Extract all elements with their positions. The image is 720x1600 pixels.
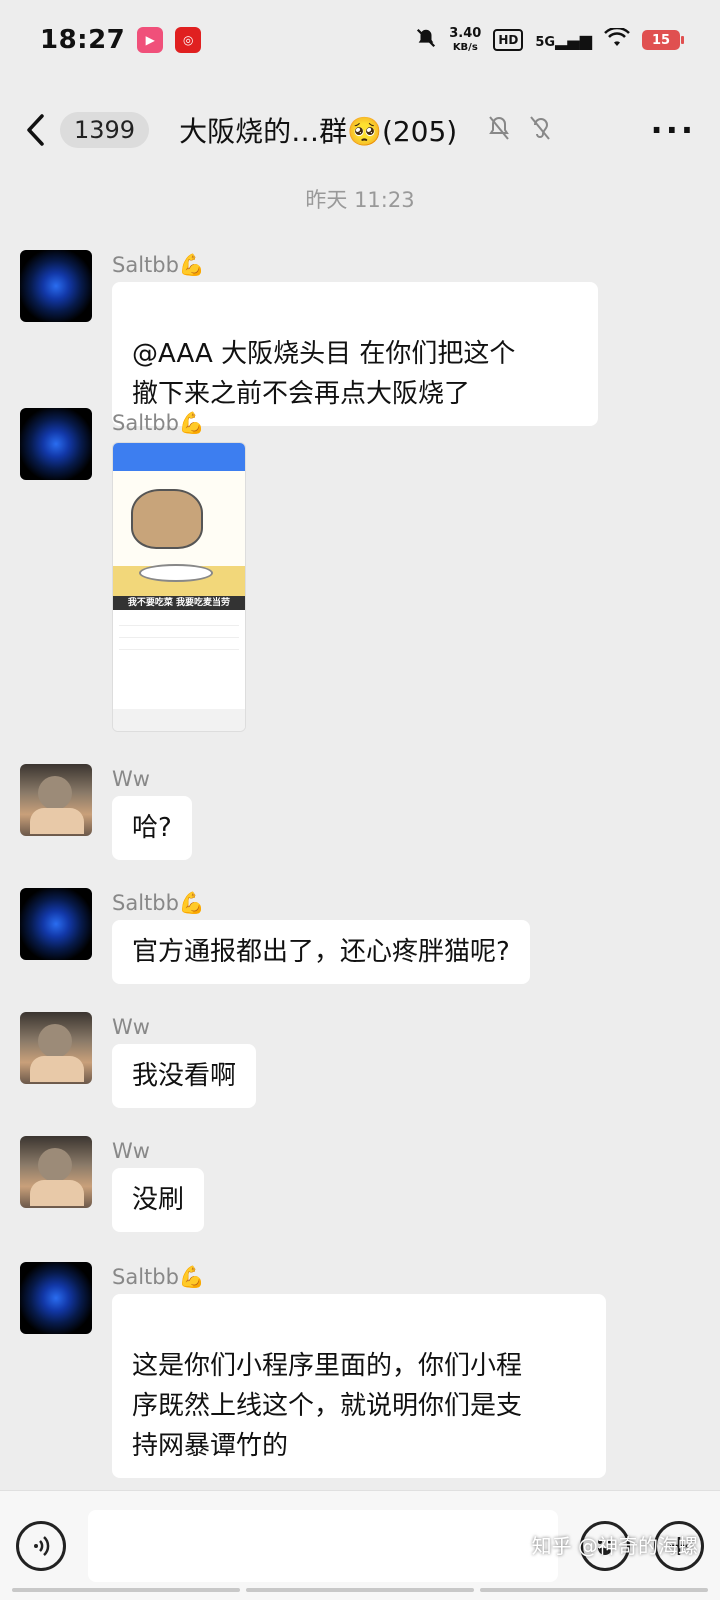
message-row: Saltbb💪 @AAA 大阪烧头目 在你们把这个 撤下来之前不会再点大阪烧了 [20,250,598,426]
image-caption: 我不要吃菜 我要吃麦当劳 [113,596,245,610]
watermark: 知乎 @神奇的海螺 [531,1534,698,1558]
status-icons: 3.40 KB/s HD 5G▂▄▆ 15 [415,26,684,54]
status-bar: 18:27 ▶ ◎ 3.40 KB/s HD 5G▂▄▆ 15 [0,0,720,80]
back-icon[interactable] [24,110,54,150]
network-speed: 3.40 KB/s [449,27,481,54]
video-app-icon: ▶ [137,27,164,53]
wifi-icon [604,26,630,52]
avatar[interactable] [20,764,92,836]
avatar[interactable] [20,408,92,480]
mute-icon [415,27,437,53]
sender-name: Saltbb💪 [112,411,206,435]
avatar[interactable] [20,888,92,960]
mute-bell-icon [487,115,511,145]
sender-name: Ww [112,1015,150,1039]
signal-icon: 5G▂▄▆ [535,30,592,50]
message-row: Ww 我没看啊 [20,1012,257,1108]
more-options-icon[interactable]: ··· [651,111,696,149]
message-bubble[interactable]: 我没看啊 [112,1044,257,1108]
chat-title: 大阪烧的…群🥺(205) [179,115,458,148]
message-text: @AAA 大阪烧头目 在你们把这个 撤下来之前不会再点大阪烧了 [132,339,516,409]
avatar[interactable] [20,250,92,322]
screenshot-topbar [113,443,245,471]
message-text: 我没看啊 [132,1061,237,1091]
message-bubble[interactable]: 没刷 [112,1168,205,1232]
voice-input-icon[interactable] [16,1520,66,1571]
header-status-icons [487,115,551,145]
message-bubble[interactable]: @AAA 大阪烧头目 在你们把这个 撤下来之前不会再点大阪烧了 [112,282,598,426]
message-text: 官方通报都出了，还心疼胖猫呢? [132,937,510,967]
screenshot-bottom-bar [113,709,245,731]
music-app-icon: ◎ [175,27,202,53]
status-time: 18:27 [40,25,126,55]
sender-name: Saltbb💪 [112,253,206,277]
chat-header: 1399 大阪烧的…群🥺(205) ··· [0,80,720,180]
message-input[interactable] [88,1509,558,1582]
message-bubble[interactable]: 官方通报都出了，还心疼胖猫呢? [112,920,530,984]
avatar[interactable] [20,1262,92,1334]
network-type: 5G [535,34,556,50]
message-row: Saltbb💪 我不要吃菜 我要吃麦当劳 [20,408,246,732]
hd-badge: HD [493,29,524,51]
image-message[interactable]: 我不要吃菜 我要吃麦当劳 [112,442,246,732]
sender-name: Saltbb💪 [112,1265,206,1289]
cat-meme-image [113,471,245,596]
speed-unit: KB/s [452,41,478,53]
screenshot-rows [113,610,245,654]
message-row: Ww 没刷 [20,1136,205,1232]
message-row: Saltbb💪 这是你们小程序里面的，你们小程 序既然上线这个，就说明你们是支 … [20,1262,606,1478]
message-text: 这是你们小程序里面的，你们小程 序既然上线这个，就说明你们是支 持网暴谭竹的 [132,1351,523,1461]
message-bubble[interactable]: 这是你们小程序里面的，你们小程 序既然上线这个，就说明你们是支 持网暴谭竹的 [112,1294,606,1478]
sender-name: Ww [112,767,150,791]
sender-name: Saltbb💪 [112,891,206,915]
sender-name: Ww [112,1139,150,1163]
message-text: 哈? [132,813,172,843]
message-row: Saltbb💪 官方通报都出了，还心疼胖猫呢? [20,888,530,984]
unread-count-badge[interactable]: 1399 [60,112,150,148]
message-text: 没刷 [132,1185,185,1215]
message-timestamp: 昨天 11:23 [305,188,415,212]
message-bubble[interactable]: 哈? [112,796,192,860]
bottom-indicator [0,1588,720,1592]
battery-icon: 15 [642,30,684,50]
ear-icon [529,115,551,145]
avatar[interactable] [20,1136,92,1208]
speed-value: 3.40 [449,25,482,41]
message-row: Ww 哈? [20,764,192,860]
avatar[interactable] [20,1012,92,1084]
